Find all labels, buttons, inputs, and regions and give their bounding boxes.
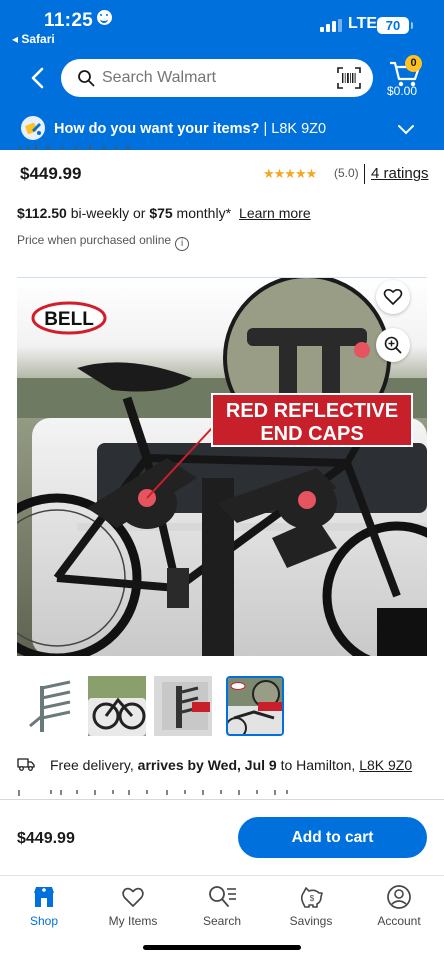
tab-my-items[interactable]: My Items [93,884,173,928]
zoom-in-icon [384,336,402,354]
shop-icon [34,887,54,907]
biweekly-amount: $112.50 [17,205,67,221]
cart-count-badge: 0 [405,55,422,72]
price-note-text: Price when purchased online [17,233,172,247]
fulfillment-postal: | L8K 9Z0 [259,121,327,137]
heart-icon [122,887,144,907]
rating-value: (5.0) [334,166,359,180]
image-callout-line1: RED REFLECTIVE [226,400,398,422]
ratings-link[interactable]: 4 ratings [371,165,429,182]
bike-rack-photo: BELL RED REFLECTIVE END CAPS [17,278,427,656]
delivery-city: to Hamilton, [276,757,360,773]
barcode-scan-icon[interactable] [337,67,361,89]
tab-account-label: Account [377,914,421,928]
search-list-icon [209,886,236,907]
delivery-date: arrives by Wed, Jul 9 [137,757,277,773]
smiley-icon [97,10,113,25]
signal-icon [320,19,342,32]
product-title-cutoff [19,145,129,150]
delivery-text: Free delivery, arrives by Wed, Jul 9 to … [50,757,412,773]
product-price: $449.99 [20,164,82,183]
tab-shop[interactable]: Shop [4,884,84,928]
add-to-cart-bar: $449.99 Add to cart [0,799,444,875]
star-rating-icon: ★★★★★ [263,166,317,181]
account-icon [387,885,411,909]
top-header: 11:25 ◂ Safari LTE 70 0 $0.00 [0,0,444,150]
tab-search-label: Search [202,914,242,928]
favorite-button[interactable] [376,280,410,314]
price-note: Price when purchased online i [17,233,190,251]
thumbnail-2[interactable] [88,676,146,736]
search-bar[interactable] [61,59,373,97]
savings-icon: $ [300,887,323,908]
add-to-cart-button[interactable]: Add to cart [238,817,427,858]
tab-shop-label: Shop [29,914,59,928]
thumbnail-3[interactable] [154,676,212,736]
search-input[interactable] [102,69,322,87]
thumbnail-4-selected[interactable] [226,676,284,736]
learn-more-link[interactable]: Learn more [239,205,311,221]
search-icon [78,70,95,87]
back-to-safari[interactable]: ◂ Safari [12,32,55,46]
thumbnail-1[interactable] [22,676,80,736]
delivery-postal-link[interactable]: L8K 9Z0 [359,757,412,773]
truck-icon [17,758,35,771]
network-label: LTE [348,15,378,32]
delivery-prefix: Free delivery, [50,757,138,773]
status-time: 11:25 [44,10,113,32]
battery-icon: 70 [377,17,413,34]
tab-my-items-label: My Items [108,914,158,928]
svg-text:$: $ [310,894,315,903]
rating-divider [364,164,365,184]
heart-icon [383,288,403,305]
home-indicator [143,945,301,950]
image-callout-line2: END CAPS [260,423,363,445]
time-text: 11:25 [44,10,94,31]
zoom-button[interactable] [376,328,410,362]
image-thumbnails [22,676,292,738]
financing-info: $112.50 bi-weekly or $75 monthly* Learn m… [17,205,311,221]
biweekly-text: bi-weekly or [66,205,150,221]
monthly-text: monthly* [172,205,232,221]
product-image[interactable]: BELL RED REFLECTIVE END CAPS [17,278,427,656]
tab-savings[interactable]: $ Savings [271,884,351,928]
tab-search[interactable]: Search [182,884,262,928]
chevron-down-icon[interactable] [397,120,415,138]
sticky-price: $449.99 [17,830,75,847]
brand-logo: BELL [44,309,94,330]
delivery-info: Free delivery, arrives by Wed, Jul 9 to … [17,755,437,777]
monthly-amount: $75 [149,205,173,221]
tab-savings-label: Savings [289,914,333,928]
cart-total: $0.00 [387,84,418,98]
tab-account[interactable]: Account [359,884,439,928]
back-arrow-icon[interactable] [26,66,50,90]
info-icon[interactable]: i [175,237,190,251]
